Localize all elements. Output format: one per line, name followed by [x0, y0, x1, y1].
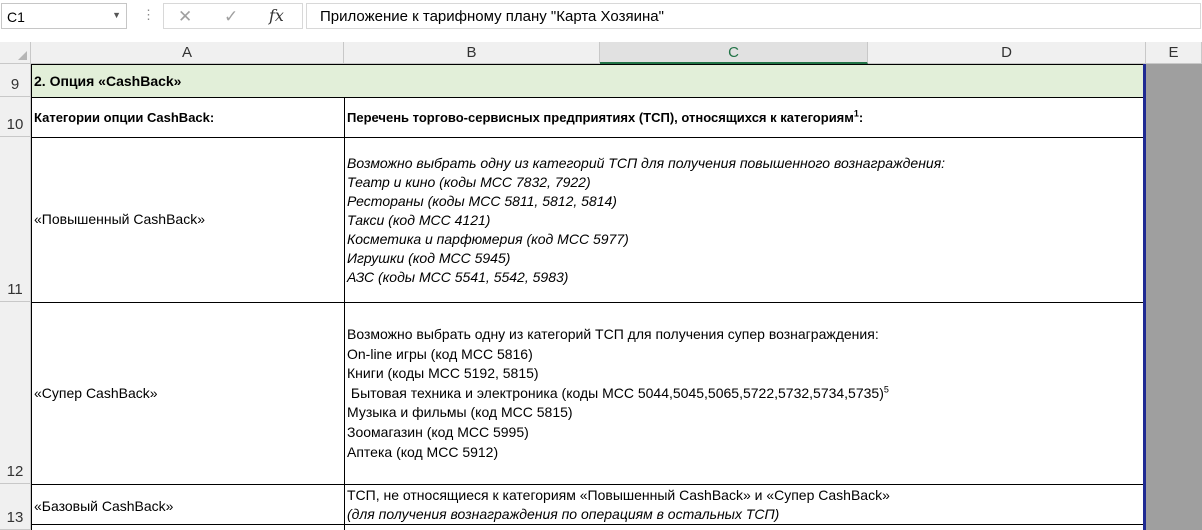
category-line: Бытовая техника и электроника (коды МСС …	[347, 384, 889, 404]
section-title[interactable]: 2. Опция «CashBack»	[34, 72, 181, 91]
cell-b11[interactable]: Возможно выбрать одну из категорий ТСП д…	[347, 154, 945, 287]
row-number: 10	[6, 116, 24, 133]
category-line: Аптека (код МСС 5912)	[347, 443, 499, 460]
spreadsheet-grid: A B C D E 9 10 11 12 13 2. Опция «CashBa…	[0, 34, 1202, 530]
cell-b13[interactable]: ТСП, не относящиеся к категориям «Повыше…	[347, 486, 890, 524]
row-header-10[interactable]: 10	[0, 97, 31, 137]
cancel-icon[interactable]: ✕	[178, 7, 192, 27]
row-header-12[interactable]: 12	[0, 302, 31, 484]
category-line: Рестораны (коды МСС 5811, 5812, 5814)	[347, 193, 617, 209]
cell-a11[interactable]: «Повышенный CashBack»	[34, 210, 205, 229]
column-header-e[interactable]: E	[1146, 42, 1202, 64]
category-line: Книги (коды МСС 5192, 5815)	[347, 365, 539, 382]
row-header-9[interactable]: 9	[0, 64, 31, 97]
insert-function-icon[interactable]: fx	[269, 6, 284, 25]
row-number: 13	[6, 509, 24, 526]
cell-a12[interactable]: «Супер CashBack»	[34, 384, 158, 403]
row-header-11[interactable]: 11	[0, 137, 31, 302]
cell-b10[interactable]: Перечень торгово-сервисных предприятиях …	[347, 108, 863, 127]
cell-a10[interactable]: Категории опции CashBack:	[34, 108, 214, 127]
grip-icon[interactable]: ⋮	[142, 7, 155, 23]
cell-b13-line2: (для получения вознаграждения по операци…	[347, 506, 780, 522]
border-line	[31, 64, 1143, 65]
formula-bar: C1 ▼ ⋮ ✕ ✓ fx Приложение к тарифному пла…	[0, 0, 1202, 35]
row-number: 9	[10, 76, 20, 93]
category-line: Такси (код МСС 4121)	[347, 212, 491, 228]
border-line	[31, 484, 1143, 485]
formula-actions: ✕ ✓ fx	[163, 3, 303, 29]
category-line: Возможно выбрать одну из категорий ТСП д…	[347, 326, 879, 342]
chevron-down-icon[interactable]: ▼	[112, 10, 121, 20]
formula-input[interactable]: Приложение к тарифному плану "Карта Хозя…	[306, 3, 1201, 29]
select-all-icon	[18, 51, 27, 60]
enter-icon[interactable]: ✓	[224, 7, 238, 27]
formula-content: Приложение к тарифному плану "Карта Хозя…	[320, 8, 664, 25]
category-line: Музыка и фильмы (код МСС 5815)	[347, 404, 573, 421]
category-line: АЗС (коды МСС 5541, 5542, 5983)	[347, 269, 569, 285]
cell-b10-tail: :	[858, 110, 864, 125]
cell-b12[interactable]: Возможно выбрать одну из категорий ТСП д…	[347, 325, 889, 462]
row-number: 11	[7, 281, 23, 298]
border-line	[31, 97, 1143, 98]
cell-b10-text: Перечень торгово-сервисных предприятиях …	[347, 110, 854, 125]
select-all-corner[interactable]	[0, 42, 31, 64]
border-line	[31, 302, 1143, 303]
category-line: Театр и кино (коды МСС 7832, 7922)	[347, 174, 591, 190]
page-break-line	[1143, 64, 1146, 530]
cell-a13[interactable]: «Базовый CashBack»	[34, 497, 173, 516]
footnote-ref: 5	[883, 384, 889, 395]
category-line: Косметика и парфюмерия (код МСС 5977)	[347, 231, 629, 247]
column-header-a[interactable]: A	[31, 42, 344, 64]
column-header-c[interactable]: C	[600, 42, 868, 64]
border-line	[344, 97, 345, 530]
category-line: On-line игры (код МСС 5816)	[347, 345, 533, 362]
category-line: Возможно выбрать одну из категорий ТСП д…	[347, 155, 946, 171]
row-number: 12	[6, 463, 24, 480]
name-box-value: C1	[7, 9, 25, 25]
border-line	[31, 524, 1143, 525]
section-header-fill	[32, 65, 1143, 97]
category-line-text: Бытовая техника и электроника (коды МСС …	[347, 384, 884, 401]
border-line	[31, 137, 1143, 138]
category-line: Зоомагазин (код МСС 5995)	[347, 423, 529, 440]
category-line: Игрушки (код МСС 5945)	[347, 250, 511, 266]
border-line	[31, 64, 32, 530]
column-header-d[interactable]: D	[868, 42, 1146, 64]
name-box[interactable]: C1 ▼	[1, 3, 127, 29]
outside-print-area	[1146, 64, 1202, 530]
row-header-13[interactable]: 13	[0, 484, 31, 530]
column-header-b[interactable]: B	[344, 42, 600, 64]
cell-b13-line1: ТСП, не относящиеся к категориям «Повыше…	[347, 487, 890, 503]
